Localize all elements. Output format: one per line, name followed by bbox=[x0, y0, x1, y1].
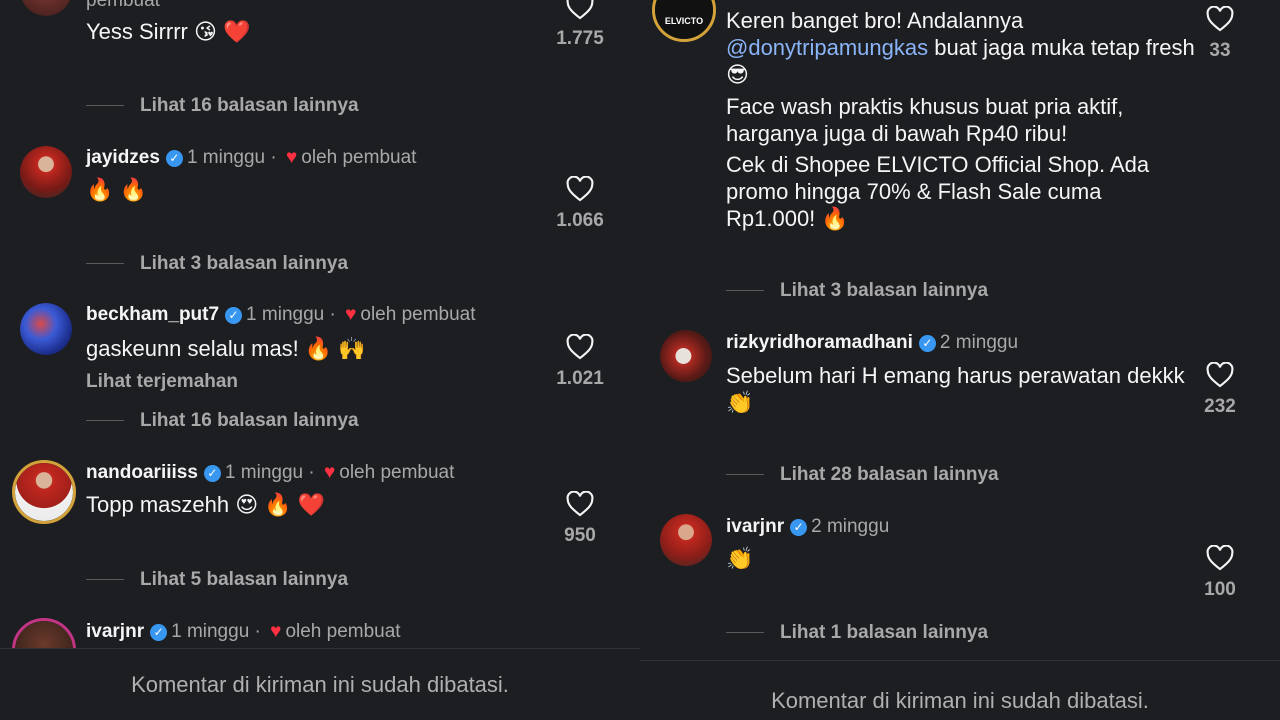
like-count: 232 bbox=[1204, 396, 1236, 417]
like-button[interactable]: 1.066 bbox=[550, 176, 610, 232]
verified-badge-icon: ✓ bbox=[165, 150, 183, 167]
verified-badge-icon: ✓ bbox=[790, 519, 808, 536]
brand-logo: ELVICTO bbox=[655, 0, 713, 39]
heart-outline-icon bbox=[566, 334, 594, 360]
comment-text: Yess Sirrrr 😘 ❤️ bbox=[86, 19, 251, 44]
like-button[interactable]: 950 bbox=[550, 491, 610, 547]
comment-meta: beckham_put7 ✓ 1 minggu · ♥ oleh pembuat bbox=[86, 304, 476, 325]
view-replies-button[interactable]: Lihat 3 balasan lainnya bbox=[86, 253, 348, 275]
view-replies-button[interactable]: Lihat 5 balasan lainnya bbox=[86, 569, 348, 591]
comment-author[interactable]: beckham_put7 bbox=[86, 304, 219, 325]
like-count: 33 bbox=[1209, 40, 1231, 61]
comment-time: 2 minggu bbox=[811, 516, 890, 537]
comment-meta: ivarjnr ✓ 2 minggu bbox=[726, 516, 889, 538]
comment-meta: nandoariiiss ✓ 1 minggu · ♥ oleh pembuat bbox=[86, 462, 455, 483]
comment-meta: jayidzes ✓ 1 minggu · ♥ oleh pembuat bbox=[86, 147, 417, 168]
by-creator-label: pembuat bbox=[86, 0, 160, 11]
comment-time: 1 minggu bbox=[246, 304, 325, 325]
like-count: 1.066 bbox=[556, 210, 604, 231]
comment-text: 🔥 🔥 bbox=[86, 177, 147, 202]
avatar[interactable] bbox=[660, 514, 712, 566]
see-translation-button[interactable]: Lihat terjemahan bbox=[86, 371, 238, 393]
comment-author[interactable]: nandoariiiss bbox=[86, 462, 198, 483]
avatar[interactable] bbox=[20, 0, 72, 16]
like-button[interactable]: 1.775 bbox=[550, 0, 610, 50]
comment-meta: pembuat bbox=[86, 0, 160, 12]
verified-badge-icon: ✓ bbox=[203, 465, 221, 482]
like-count: 1.021 bbox=[556, 368, 604, 389]
comment-time: 2 minggu bbox=[939, 332, 1019, 353]
comment-time: 1 minggu bbox=[186, 147, 266, 168]
comment-meta: rizkyridhoramadhani ✓ 2 minggu bbox=[726, 332, 1018, 354]
heart-outline-icon bbox=[1206, 6, 1234, 32]
comment-author[interactable]: jayidzes bbox=[86, 147, 160, 168]
avatar[interactable] bbox=[660, 330, 712, 382]
like-button[interactable]: 1.021 bbox=[550, 334, 610, 390]
verified-badge-icon: ✓ bbox=[150, 624, 168, 641]
heart-outline-icon bbox=[566, 0, 594, 20]
view-replies-button[interactable]: Lihat 28 balasan lainnya bbox=[726, 464, 999, 486]
comment-text: gaskeunn selalu mas! 🔥 🙌 bbox=[86, 336, 366, 361]
comment-time: 1 minggu bbox=[224, 462, 304, 483]
comment-text: Face wash praktis khusus buat pria aktif… bbox=[726, 94, 1124, 146]
view-replies-button[interactable]: Lihat 16 balasan lainnya bbox=[86, 410, 359, 432]
comment-text: Cek di Shopee ELVICTO Official Shop. Ada… bbox=[726, 152, 1150, 231]
heart-outline-icon bbox=[566, 491, 594, 517]
verified-badge-icon: ✓ bbox=[918, 335, 936, 352]
like-button[interactable]: 100 bbox=[1190, 545, 1250, 601]
heart-filled-icon: ♥ bbox=[345, 304, 357, 325]
by-creator-label: oleh pembuat bbox=[285, 621, 401, 642]
verified-badge-icon: ✓ bbox=[225, 307, 243, 324]
comment-text: Topp maszehh 😍 🔥 ❤️ bbox=[86, 492, 326, 517]
avatar[interactable] bbox=[12, 460, 76, 524]
like-count: 950 bbox=[564, 525, 596, 546]
comment-author[interactable]: ivarjnr bbox=[86, 621, 144, 642]
heart-filled-icon: ♥ bbox=[323, 462, 336, 483]
heart-filled-icon: ♥ bbox=[286, 147, 298, 168]
avatar[interactable]: ELVICTO bbox=[652, 0, 716, 42]
mention-link[interactable]: @donytripamungkas bbox=[726, 35, 928, 60]
heart-outline-icon bbox=[1206, 545, 1234, 571]
like-count: 100 bbox=[1204, 579, 1236, 600]
avatar[interactable] bbox=[20, 303, 72, 355]
heart-outline-icon bbox=[1206, 362, 1234, 388]
like-button[interactable]: 232 bbox=[1190, 362, 1250, 418]
by-creator-label: oleh pembuat bbox=[339, 462, 455, 483]
comment-text: Sebelum hari H emang harus perawatan dek… bbox=[726, 363, 1185, 415]
comments-restricted-notice: Komentar di kiriman ini sudah dibatasi. bbox=[0, 648, 640, 720]
comment-text: Keren banget bro! Andalannya @donytripam… bbox=[726, 8, 1195, 87]
like-button[interactable]: 33 bbox=[1190, 6, 1250, 62]
comments-restricted-notice: Komentar di kiriman ini sudah dibatasi. bbox=[640, 660, 1280, 720]
by-creator-label: oleh pembuat bbox=[301, 147, 417, 168]
left-comments-panel: pembuat Yess Sirrrr 😘 ❤️ 1.775 Lihat 16 … bbox=[0, 0, 640, 720]
view-replies-button[interactable]: Lihat 3 balasan lainnya bbox=[726, 280, 988, 302]
by-creator-label: oleh pembuat bbox=[360, 304, 476, 325]
right-comments-panel: ELVICTO Keren banget bro! Andalannya @do… bbox=[640, 0, 1280, 720]
comment-text: 👏 bbox=[726, 546, 754, 571]
like-count: 1.775 bbox=[556, 28, 604, 49]
view-replies-button[interactable]: Lihat 1 balasan lainnya bbox=[726, 622, 988, 644]
comment-meta: ivarjnr ✓ 1 minggu · ♥ oleh pembuat bbox=[86, 621, 401, 642]
comment-time: 1 minggu bbox=[171, 621, 250, 642]
avatar[interactable] bbox=[20, 146, 72, 198]
heart-outline-icon bbox=[566, 176, 594, 202]
comment-author[interactable]: rizkyridhoramadhani bbox=[726, 332, 913, 353]
comment-author[interactable]: ivarjnr bbox=[726, 516, 784, 537]
heart-filled-icon: ♥ bbox=[270, 621, 282, 642]
view-replies-button[interactable]: Lihat 16 balasan lainnya bbox=[86, 95, 359, 117]
